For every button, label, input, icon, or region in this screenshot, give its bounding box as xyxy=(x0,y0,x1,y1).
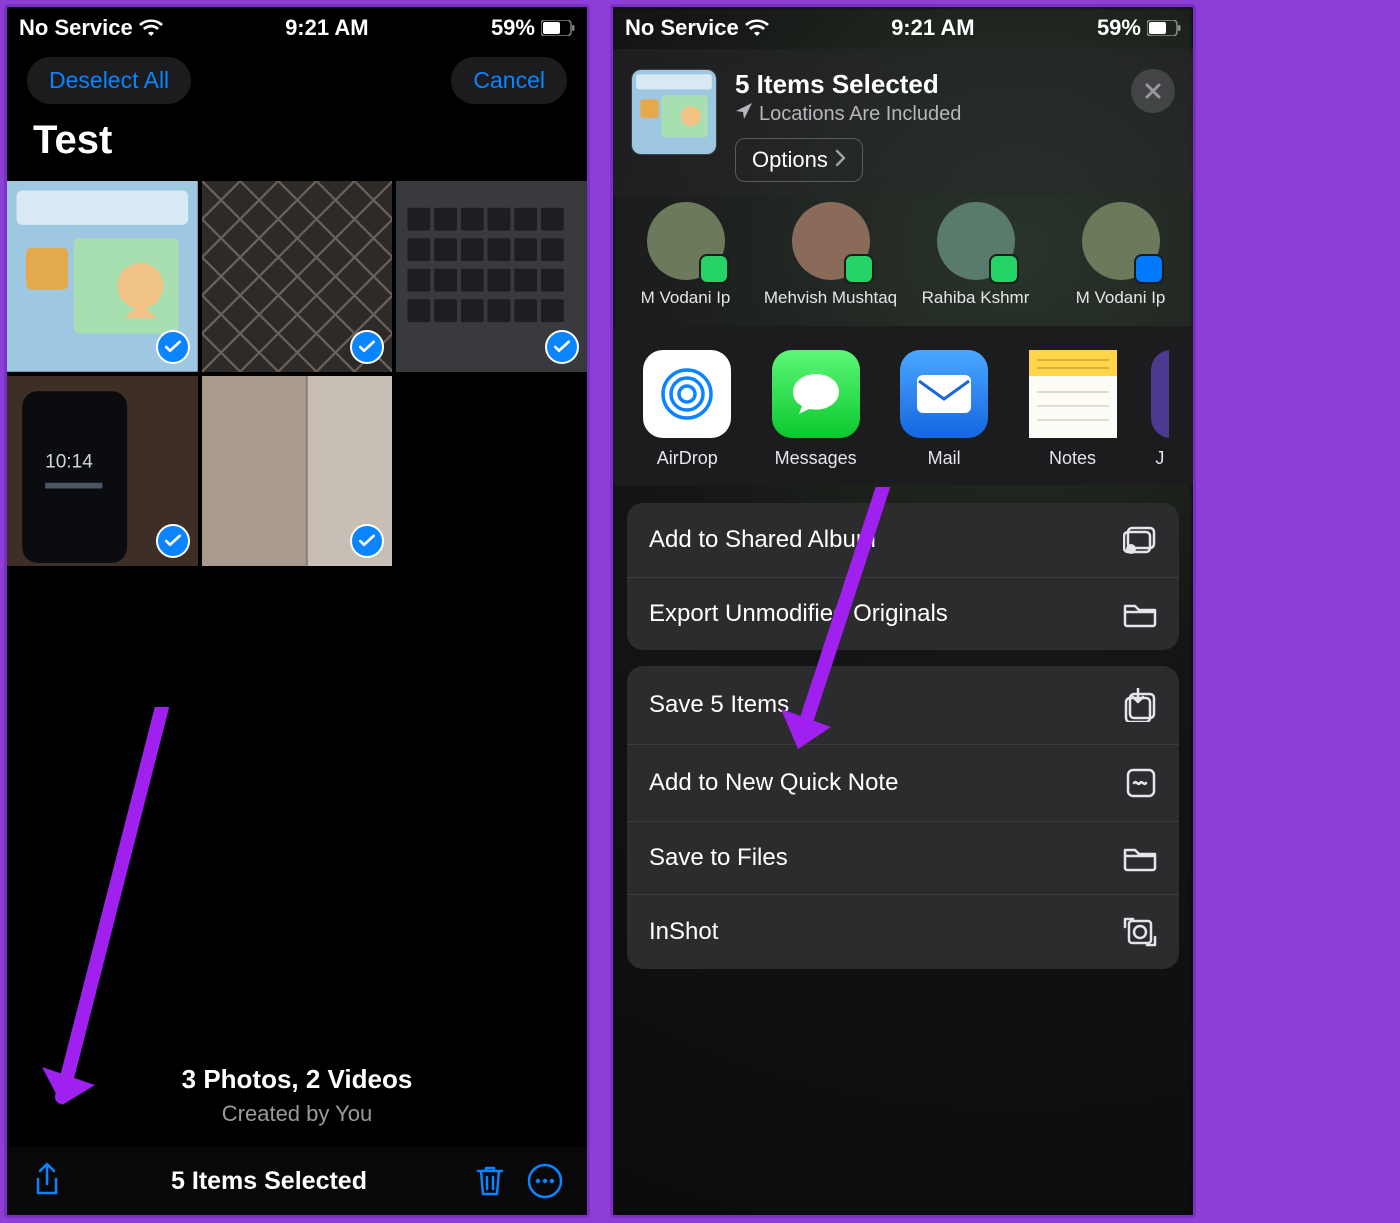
actions-group-1: Add to Shared Album Export Unmodified Or… xyxy=(627,503,1179,650)
selection-check-icon xyxy=(156,330,190,364)
app-airdrop[interactable]: AirDrop xyxy=(637,350,737,469)
mail-icon xyxy=(900,350,988,438)
share-sheet-header: 5 Items Selected Locations Are Included … xyxy=(613,49,1193,196)
location-arrow-icon xyxy=(735,102,753,126)
actions-group-2: Save 5 Items Add to New Quick Note Save … xyxy=(627,666,1179,969)
action-save-items[interactable]: Save 5 Items xyxy=(627,666,1179,744)
action-label: Add to New Quick Note xyxy=(649,769,898,797)
airdrop-icon xyxy=(643,350,731,438)
app-label: AirDrop xyxy=(637,448,737,469)
trash-button[interactable] xyxy=(475,1164,505,1198)
selection-check-icon xyxy=(156,524,190,558)
phone-right: No Service 9:21 AM 59% 5 Items Selected xyxy=(610,4,1196,1218)
selection-topbar: Deselect All Cancel xyxy=(7,49,587,112)
contact-item-2[interactable]: Mehvish Mushtaq xyxy=(761,202,901,308)
more-button[interactable] xyxy=(527,1163,563,1199)
close-button[interactable] xyxy=(1131,69,1175,113)
battery-icon xyxy=(541,20,575,36)
action-export-unmodified[interactable]: Export Unmodified Originals xyxy=(627,577,1179,650)
svg-text:10:14: 10:14 xyxy=(45,451,93,472)
status-battery-percent: 59% xyxy=(1097,15,1141,41)
whatsapp-badge-icon xyxy=(989,254,1019,284)
thumb-1-illustration[interactable] xyxy=(7,181,198,372)
summary-counts: 3 Photos, 2 Videos xyxy=(7,1064,587,1095)
contact-item-4[interactable]: M Vodani Ip xyxy=(1051,202,1191,308)
notes-icon xyxy=(1029,350,1117,438)
app-notes[interactable]: Notes xyxy=(1022,350,1122,469)
folder-icon xyxy=(1123,600,1157,628)
action-label: Export Unmodified Originals xyxy=(649,600,948,628)
shared-album-icon xyxy=(1123,525,1157,555)
app-label: Notes xyxy=(1022,448,1122,469)
apps-row: AirDrop Messages Mail Notes xyxy=(613,326,1193,485)
share-subtitle: Locations Are Included xyxy=(735,102,1113,126)
bottom-toolbar: 5 Items Selected xyxy=(7,1147,587,1215)
app-mail[interactable]: Mail xyxy=(894,350,994,469)
status-carrier: No Service xyxy=(19,15,133,41)
contact-item-1[interactable]: M Vodani Ip xyxy=(616,202,756,308)
options-button[interactable]: Options xyxy=(735,138,863,182)
share-title: 5 Items Selected xyxy=(735,69,1113,100)
app-label: Mail xyxy=(894,448,994,469)
contact-name: Rahiba Kshmr xyxy=(906,288,1046,308)
whatsapp-badge-icon xyxy=(844,254,874,284)
selection-check-icon xyxy=(545,330,579,364)
action-add-quick-note[interactable]: Add to New Quick Note xyxy=(627,744,1179,821)
save-download-icon xyxy=(1123,688,1157,722)
phone-left: No Service 9:21 AM 59% Deselect All Canc… xyxy=(4,4,590,1218)
wifi-icon xyxy=(745,19,769,37)
share-button[interactable] xyxy=(31,1161,63,1201)
status-bar: No Service 9:21 AM 59% xyxy=(7,7,587,49)
thumb-4-phone[interactable]: 10:14 xyxy=(7,376,198,567)
contact-name: Mehvish Mushtaq xyxy=(761,288,901,308)
share-preview-thumbnail xyxy=(631,69,717,155)
cancel-button[interactable]: Cancel xyxy=(451,57,567,104)
app-messages[interactable]: Messages xyxy=(765,350,865,469)
deselect-all-button[interactable]: Deselect All xyxy=(27,57,191,104)
selection-check-icon xyxy=(350,330,384,364)
status-bar: No Service 9:21 AM 59% xyxy=(613,7,1193,49)
contact-item-3[interactable]: Rahiba Kshmr xyxy=(906,202,1046,308)
app-label: Messages xyxy=(765,448,865,469)
app-label: J xyxy=(1151,448,1169,469)
thumb-3-keyboard[interactable] xyxy=(396,181,587,372)
summary-creator: Created by You xyxy=(7,1101,587,1127)
close-icon xyxy=(1143,81,1163,101)
app-partial-right[interactable]: J xyxy=(1151,350,1169,469)
status-battery-percent: 59% xyxy=(491,15,535,41)
imessage-badge-icon xyxy=(1134,254,1164,284)
messages-icon xyxy=(772,350,860,438)
action-save-to-files[interactable]: Save to Files xyxy=(627,821,1179,894)
action-add-to-shared-album[interactable]: Add to Shared Album xyxy=(627,503,1179,577)
inshot-icon xyxy=(1123,917,1157,947)
battery-icon xyxy=(1147,20,1181,36)
status-carrier: No Service xyxy=(625,15,739,41)
action-label: Save to Files xyxy=(649,844,788,872)
status-time: 9:21 AM xyxy=(891,15,975,41)
quick-note-icon xyxy=(1125,767,1157,799)
status-time: 9:21 AM xyxy=(285,15,369,41)
contacts-row: M Vodani Ip Mehvish Mushtaq Rahiba Kshmr… xyxy=(613,196,1193,326)
thumb-2-tile[interactable] xyxy=(202,181,393,372)
folder-icon xyxy=(1123,844,1157,872)
app-partial-icon xyxy=(1151,350,1169,438)
photo-grid: 10:14 xyxy=(7,181,587,566)
action-label: Add to Shared Album xyxy=(649,526,876,554)
contact-name: M Vodani Ip xyxy=(616,288,756,308)
thumb-5-texture[interactable] xyxy=(202,376,393,567)
chevron-right-icon xyxy=(834,147,846,173)
action-label: InShot xyxy=(649,918,718,946)
contact-name: M Vodani Ip xyxy=(1051,288,1191,308)
action-inshot[interactable]: InShot xyxy=(627,894,1179,969)
action-label: Save 5 Items xyxy=(649,691,789,719)
album-title: Test xyxy=(7,112,587,181)
bottom-selection-text: 5 Items Selected xyxy=(171,1167,367,1196)
whatsapp-badge-icon xyxy=(699,254,729,284)
selection-summary: 3 Photos, 2 Videos Created by You xyxy=(7,1064,587,1127)
wifi-icon xyxy=(139,19,163,37)
